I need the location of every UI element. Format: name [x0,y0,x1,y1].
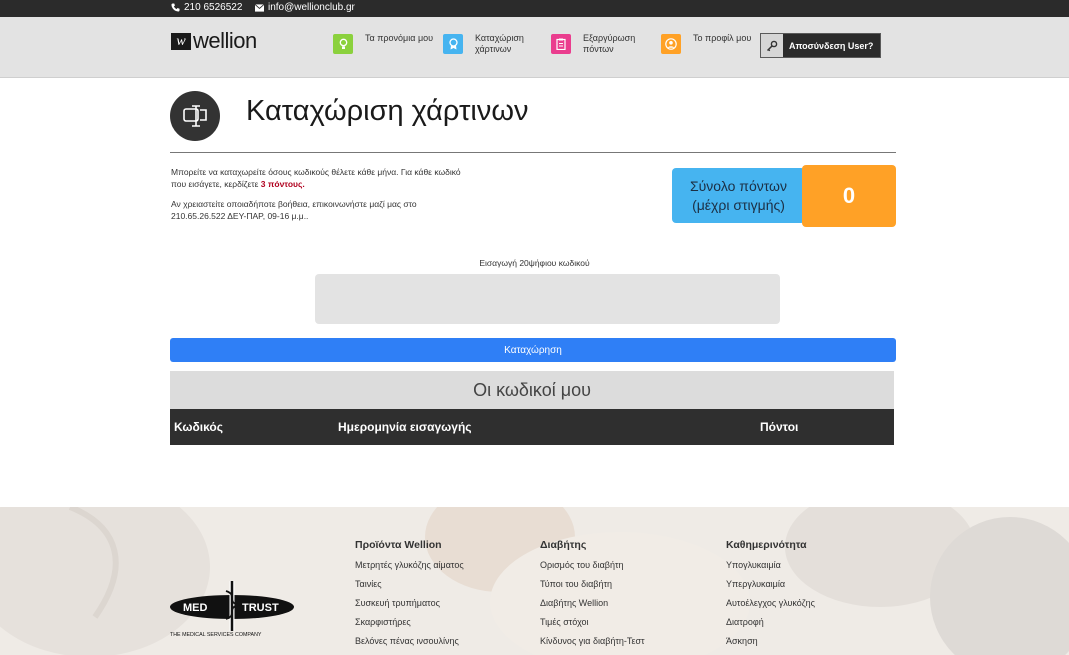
footer-column-diabetes: Διαβήτης Ορισμός του διαβήτη Τύποι του δ… [540,539,645,655]
nav-item-privileges[interactable]: Τα προνόμια μου [333,33,435,54]
my-codes-title: Οι κωδικοί μου [170,371,894,409]
footer-link[interactable]: Βελόνες πένας ινσουλίνης [355,636,464,646]
submit-code-button[interactable]: Καταχώρηση [170,338,896,362]
medtrust-logo[interactable]: MED TRUST THE MEDICAL SERVICES COMPANY [170,579,300,644]
footer-link[interactable]: Συσκευή τρυπήματος [355,598,464,608]
points-total-value: 0 [802,165,896,227]
column-header-date: Ημερομηνία εισαγωγής [338,420,472,434]
logo-mark: w [171,32,191,50]
logout-label: Αποσύνδεση User? [789,40,874,51]
badge-icon [443,34,463,54]
footer-link[interactable]: Υπεργλυκαιμία [726,579,815,589]
clipboard-icon [551,34,571,54]
medtrust-tagline: THE MEDICAL SERVICES COMPANY [170,632,262,638]
footer-link[interactable]: Τύποι του διαβήτη [540,579,645,589]
instructions-text: Μπορείτε να καταχωρείτε όσους κωδικούς θ… [171,166,461,190]
footer-link[interactable]: Ορισμός του διαβήτη [540,560,645,570]
footer-link[interactable]: Σκαρφιστήρες [355,617,464,627]
medtrust-left: MED [183,602,208,614]
column-header-code: Κωδικός [174,420,224,434]
nav-item-paper-codes[interactable]: Καταχώριση χάρτινων [443,33,545,55]
footer-heading[interactable]: Προϊόντα Wellion [355,539,464,551]
nav-label: Καταχώριση χάρτινων [475,33,524,54]
column-header-points: Πόντοι [760,420,799,434]
logout-button[interactable]: Αποσύνδεση User? [760,33,881,58]
footer-background-photo [0,507,1069,655]
footer-link[interactable]: Ταινίες [355,579,464,589]
nav-label: Το προφίλ μου [693,33,752,43]
codes-table-header: Κωδικός Ημερομηνία εισαγωγής Πόντοι [170,409,894,445]
envelope-icon [255,3,264,12]
footer-link[interactable]: Κίνδυνος για διαβήτη-Τεστ [540,636,645,646]
points-per-code: 3 πόντους. [260,179,305,189]
footer-link[interactable]: Διαβήτης Wellion [540,598,645,608]
nav-item-profile[interactable]: Το προφίλ μου [661,33,763,54]
nav-item-redeem-points[interactable]: Εξαργύρωση πόντων [551,33,653,55]
footer-link[interactable]: Αυτοέλεγχος γλυκόζης [726,598,815,608]
lightbulb-icon [333,34,353,54]
instructions-main: Μπορείτε να καταχωρείτε όσους κωδικούς θ… [171,167,461,189]
code-input-label: Εισαγωγή 20ψήφιου κωδικού [479,258,590,268]
key-icon [761,34,783,57]
nav-label: Τα προνόμια μου [365,33,434,43]
points-total-label: Σύνολο πόντων (μέχρι στιγμής) [672,168,805,223]
phone-icon [171,3,180,12]
page-title: Καταχώριση χάρτινων [246,95,529,127]
paper-codes-icon [170,91,220,141]
wellion-logo[interactable]: w wellion [171,28,257,53]
medtrust-right: TRUST [242,602,279,614]
footer-link[interactable]: Άσκηση [726,636,815,646]
logo-wordmark: wellion [193,28,257,53]
site-footer: MED TRUST THE MEDICAL SERVICES COMPANY Π… [0,507,1069,655]
email-address: info@wellionclub.gr [268,2,355,13]
code-input[interactable] [315,274,780,324]
site-header: w wellion Τα προνόμια μου Καταχώριση χάρ… [0,17,1069,78]
footer-link[interactable]: Τιμές στόχοι [540,617,645,627]
instructions: Μπορείτε να καταχωρείτε όσους κωδικούς θ… [171,166,461,222]
nav-label: Εξαργύρωση πόντων [583,33,636,54]
user-icon [661,34,681,54]
help-text: Αν χρειαστείτε οποιαδήποτε βοήθεια, επικ… [171,199,417,221]
phone-contact[interactable]: 210 6526522 [171,2,242,13]
footer-heading[interactable]: Διαβήτης [540,539,645,551]
footer-link[interactable]: Υπογλυκαιμία [726,560,815,570]
footer-heading[interactable]: Καθημερινότητα [726,539,815,551]
email-contact[interactable]: info@wellionclub.gr [255,2,355,13]
footer-column-products: Προϊόντα Wellion Μετρητές γλυκόζης αίματ… [355,539,464,655]
top-contact-bar: 210 6526522 info@wellionclub.gr [0,0,1069,17]
footer-link[interactable]: Μετρητές γλυκόζης αίματος [355,560,464,570]
title-divider [170,152,896,153]
footer-column-daily-life: Καθημερινότητα Υπογλυκαιμία Υπεργλυκαιμί… [726,539,815,655]
footer-link[interactable]: Διατροφή [726,617,815,627]
phone-number: 210 6526522 [184,2,243,13]
